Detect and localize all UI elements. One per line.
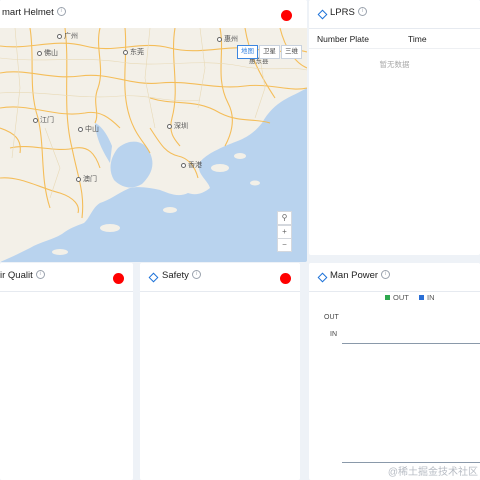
map-view[interactable]: 广州 佛山 东莞 惠州 惠东县 江门 中山 深圳 香港 澳门 地图 卫星 三维 … [0,28,307,262]
city-label-jiangmen: 江门 [33,115,54,125]
column-header-number-plate[interactable]: Number Plate [317,34,369,44]
city-label-zhongshan: 中山 [78,124,99,134]
panel-title: Man Power i [330,269,391,281]
legend-swatch-in [419,294,424,300]
column-header-time[interactable]: Time [408,34,427,44]
y-axis-label-in: IN [330,331,337,338]
status-indicator [281,10,292,21]
info-icon[interactable]: i [191,269,201,279]
diamond-icon [148,272,159,283]
legend-item-in[interactable]: IN [419,293,435,302]
y-axis-label-out: OUT [324,314,339,321]
safety-panel: Safety i [140,263,300,480]
legend-swatch-out [385,294,390,300]
info-icon[interactable]: i [56,6,66,16]
city-label-hongkong: 香港 [181,160,202,170]
panel-header: Safety i [140,263,300,292]
info-icon[interactable]: i [357,6,367,16]
city-label-shenzhen: 深圳 [167,121,188,131]
city-label-huizhou: 惠州 [217,34,238,44]
city-label-dongguan: 东莞 [123,47,144,57]
panel-header: LPRS i [309,0,480,29]
city-label-guangzhou: 广州 [57,31,78,41]
chart-axis-line [342,343,480,344]
empty-state-text: 暂无数据 [379,60,410,69]
panel-title: mart Helmet i [2,6,66,18]
panel-header: mart Helmet i [0,0,307,29]
table-header-divider [309,48,480,49]
diamond-icon [317,9,328,20]
diamond-icon [317,272,328,283]
panel-header: ir Qualit i [0,263,133,292]
status-indicator [113,273,124,284]
locate-icon[interactable]: ⚲ [277,211,292,225]
panel-title: Safety i [162,269,201,281]
status-indicator [280,273,291,284]
city-label-foshan: 佛山 [37,48,58,58]
zoom-out-button[interactable]: − [277,238,292,252]
panel-title: ir Qualit i [0,269,45,281]
lprs-panel: LPRS i Number Plate Time 暂无数据 [309,0,480,255]
watermark-text: @稀土掘金技术社区 [387,467,478,478]
info-icon[interactable]: i [35,269,45,279]
panel-title: LPRS i [330,6,367,18]
zoom-in-button[interactable]: + [277,225,292,239]
map-type-satellite-button[interactable]: 卫星 [259,45,280,59]
man-power-panel: Man Power i OUT IN OUT IN [309,263,480,480]
legend-item-out[interactable]: OUT [385,293,409,302]
city-label-macau: 澳门 [76,174,97,184]
panel-header: Man Power i [309,263,480,292]
smart-helmet-panel: mart Helmet i 广州 佛山 东莞 惠州 惠东县 江门 中山 深圳 香… [0,0,307,262]
map-type-standard-button[interactable]: 地图 [237,45,258,59]
info-icon[interactable]: i [381,269,391,279]
map-type-3d-button[interactable]: 三维 [281,45,302,59]
air-quality-panel: ir Qualit i [0,263,133,480]
